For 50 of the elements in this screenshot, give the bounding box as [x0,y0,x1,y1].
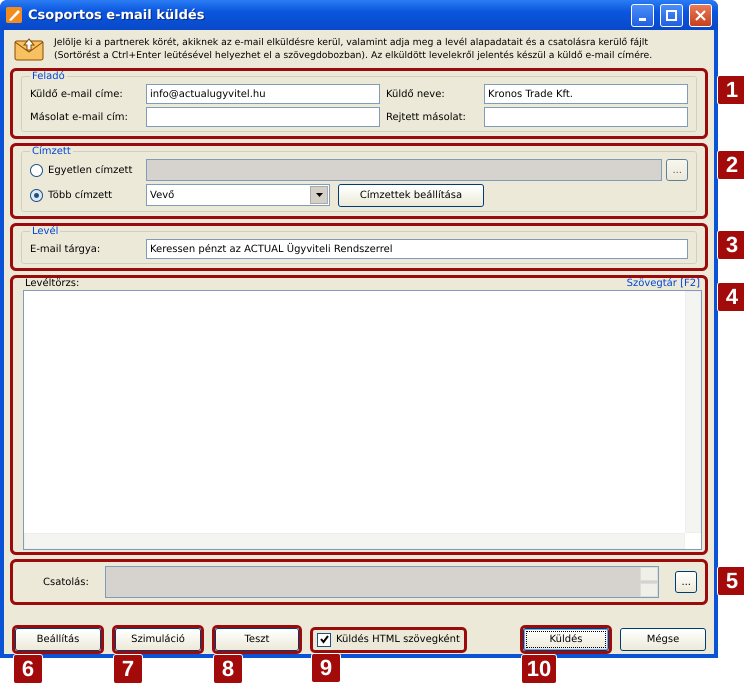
dialog-button[interactable]: Küldés [523,628,609,651]
instruction-text: Jelölje ki a partnerek körét, akiknek az e-mail elküldésre kerül, valamint adja meg a levél alapadatait és a csatolásra kerülő fájlt (Sortörést a Ctrl+Enter leütésével helyezhet el a szövegdobozban). Az elküldött levelekről jelentés készül a küldő e-mail címére. [54,36,652,62]
input-field[interactable]: info@actualugyvitel.hu [146,84,380,104]
envelope-icon [14,37,44,61]
callout-number: 8 [213,654,243,684]
minimize-icon [639,18,646,20]
field-label: Levéltörzs: [25,278,80,289]
group-title: Feladó [31,71,66,82]
checkbox-icon[interactable] [317,632,331,646]
maximize-button[interactable] [660,4,683,26]
minimize-button[interactable] [631,4,654,26]
field-label: Küldő e-mail címe: [30,88,124,100]
callout-number: 5 [717,566,744,596]
text-library-link[interactable]: Szövegtár [F2] [626,278,700,289]
dialog-button[interactable]: Beállítás [15,628,101,651]
close-icon [695,10,706,20]
field-label: E-mail tárgya: [30,244,102,254]
field-label: Rejtett másolat: [386,112,467,122]
pen-icon [6,7,22,23]
field-label: Csatolás: [43,576,89,588]
radio-icon[interactable] [30,164,43,176]
group-dropdown[interactable]: Vevő [146,184,330,206]
callout-number: 2 [717,150,744,180]
browse-button[interactable]: ... [675,571,697,593]
dialog-button[interactable]: Szimuláció [115,628,201,651]
radio-option[interactable]: Több címzett [30,189,140,202]
callout-number: 7 [113,654,143,684]
browse-button[interactable]: ... [666,159,688,181]
callout-number: 4 [717,282,744,312]
callout-number: 3 [717,230,744,260]
callout-number: 9 [311,652,341,682]
window-title: Csoportos e-mail küldés [28,8,206,22]
field-label: Másolat e-mail cím: [30,112,129,122]
callout-number: 1 [717,75,744,105]
radio-icon[interactable] [30,189,43,202]
field-label: Küldő neve: [386,88,446,100]
dialog-button[interactable]: Teszt [215,628,299,651]
checkbox-option[interactable]: Küldés HTML szövegként [313,630,464,650]
radio-option[interactable]: Egyetlen címzett [30,164,140,176]
group-title: Címzett [31,146,72,157]
dialog-button[interactable]: Mégse [620,628,706,651]
callout-number: 10 [521,654,557,684]
input-field[interactable]: Keressen pénzt az ACTUAL Ügyviteli Rendszerrel [146,239,688,259]
callout-number: 6 [13,654,43,684]
group-title: Levél [31,226,60,237]
input-field[interactable]: Kronos Trade Kft. [484,84,688,104]
close-button[interactable] [689,4,712,26]
maximize-icon [666,10,677,20]
caret-icon [316,193,322,197]
recipient-settings-button[interactable]: Címzettek beállítása [338,184,484,207]
